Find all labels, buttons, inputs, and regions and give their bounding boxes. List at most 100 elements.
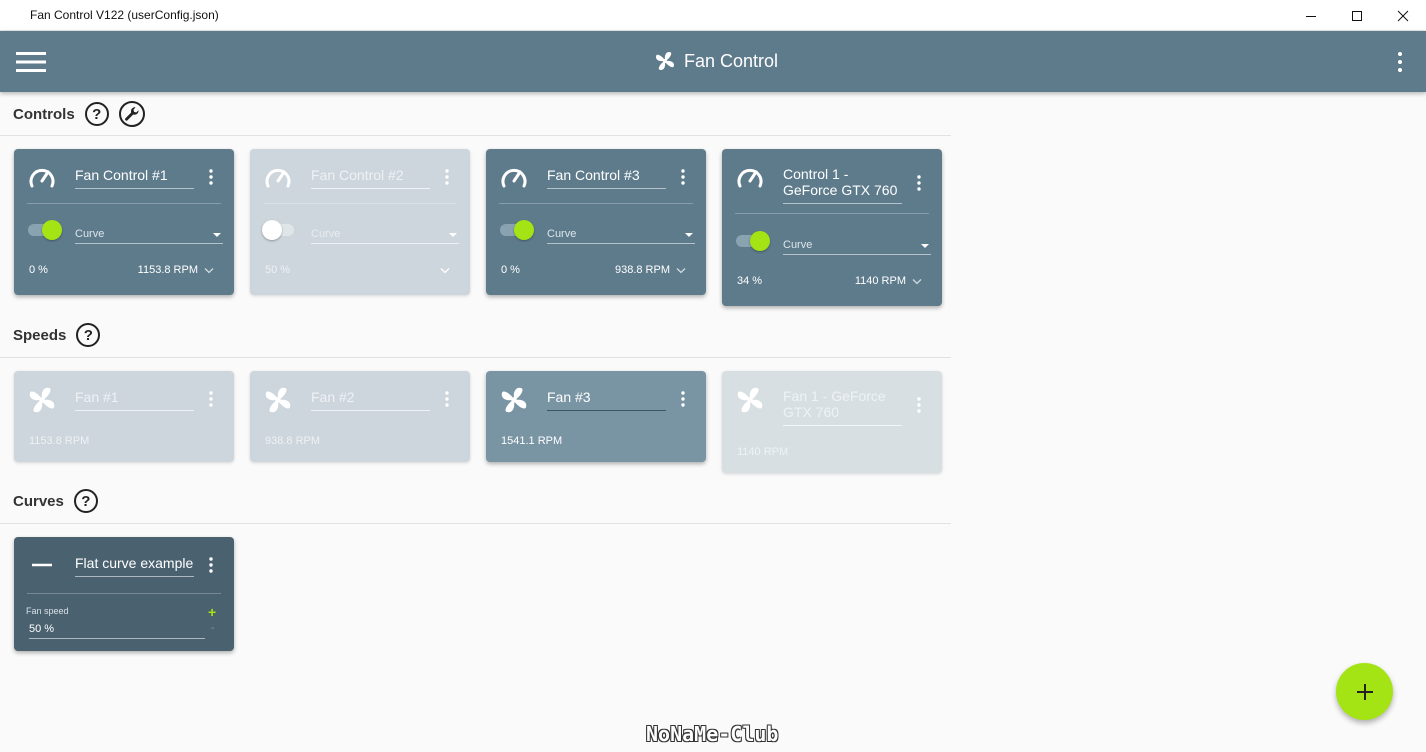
mode-select[interactable]: Curve <box>547 228 695 244</box>
speed-name[interactable]: Fan #1 <box>75 389 194 411</box>
curve-name[interactable]: Flat curve example <box>75 555 194 577</box>
window-titlebar: Fan Control V122 (userConfig.json) <box>0 0 1426 31</box>
more-vert-icon[interactable] <box>917 175 921 191</box>
curve-card: Flat curve example Fan speed 50 % + - <box>14 537 234 651</box>
maximize-icon <box>1352 10 1362 21</box>
dropdown-caret-icon <box>685 233 693 237</box>
speed-card: Fan #3 1541.1 RPM <box>486 371 706 462</box>
add-button[interactable] <box>1336 663 1393 720</box>
speeds-section-title: Speeds <box>13 326 67 344</box>
speed-rpm: 1153.8 RPM <box>29 435 90 447</box>
card-separator <box>735 213 929 214</box>
control-percent: 0 % <box>29 264 48 276</box>
curves-help-button[interactable]: ? <box>73 489 98 513</box>
control-percent: 34 % <box>737 275 763 287</box>
more-vert-icon[interactable] <box>209 557 213 573</box>
more-vert-icon[interactable] <box>917 397 921 413</box>
more-vert-icon[interactable] <box>681 169 685 185</box>
speed-card: Fan 1 - GeForce GTX 760 1140 RPM <box>722 371 942 473</box>
control-name[interactable]: Fan Control #3 <box>547 167 666 189</box>
help-icon: ? <box>83 326 93 344</box>
control-rpm: 938.8 RPM <box>614 264 670 276</box>
mode-select[interactable]: Curve <box>783 239 931 255</box>
app-title: Fan Control <box>654 50 778 72</box>
enable-toggle[interactable] <box>500 220 534 240</box>
more-vert-icon[interactable] <box>209 391 213 407</box>
enable-toggle[interactable] <box>28 220 62 240</box>
dropdown-caret-icon <box>213 233 221 237</box>
fan-icon <box>501 387 527 413</box>
chevron-down-icon[interactable] <box>912 278 922 286</box>
speedometer-icon <box>265 168 291 188</box>
mode-select[interactable]: Curve <box>75 228 223 244</box>
speedometer-icon <box>501 168 527 188</box>
chevron-down-icon[interactable] <box>440 267 450 275</box>
speed-rpm: 1541.1 RPM <box>501 435 563 447</box>
more-vert-icon[interactable] <box>681 391 685 407</box>
mode-select-value: Curve <box>783 239 813 251</box>
fan-speed-input[interactable]: 50 % <box>29 623 205 639</box>
mode-select[interactable]: Curve <box>311 228 459 244</box>
control-card: Fan Control #3 Curve 0 % 938.8 RPM <box>486 149 706 295</box>
curves-section-title: Curves <box>13 492 64 510</box>
control-name[interactable]: Fan Control #1 <box>75 167 194 189</box>
close-icon <box>1397 10 1409 21</box>
speedometer-icon <box>29 168 55 188</box>
fan-speed-label: Fan speed <box>26 606 69 616</box>
increase-button[interactable]: + <box>208 605 216 619</box>
speed-rpm: 1140 RPM <box>737 446 789 458</box>
app-title-text: Fan Control <box>684 50 779 71</box>
curves-divider <box>0 523 951 524</box>
control-card: Fan Control #2 Curve 50 % <box>250 149 470 295</box>
control-card: Control 1 - GeForce GTX 760 Curve 34 % 1… <box>722 149 942 306</box>
more-vert-icon[interactable] <box>445 169 449 185</box>
window-title: Fan Control V122 (userConfig.json) <box>30 8 219 22</box>
fan-icon <box>265 387 291 413</box>
app-bar: Fan Control <box>0 31 1426 92</box>
speeds-divider <box>0 357 951 358</box>
close-button[interactable] <box>1380 0 1426 31</box>
speeds-help-button[interactable]: ? <box>76 323 101 347</box>
minimize-button[interactable] <box>1288 0 1334 31</box>
speed-name[interactable]: Fan #2 <box>311 389 430 411</box>
chevron-down-icon[interactable] <box>676 267 686 275</box>
curves-section-header: Curves ? <box>13 489 98 513</box>
more-vert-icon[interactable] <box>1396 51 1404 73</box>
speed-rpm: 938.8 RPM <box>265 435 321 447</box>
enable-toggle[interactable] <box>262 220 294 240</box>
control-card: Fan Control #1 Curve 0 % 1153.8 RPM <box>14 149 234 295</box>
speed-card: Fan #2 938.8 RPM <box>250 371 470 462</box>
speed-name[interactable]: Fan 1 - GeForce GTX 760 <box>783 388 902 426</box>
card-separator <box>27 203 221 204</box>
wrench-icon <box>124 107 139 121</box>
controls-section-title: Controls <box>13 105 75 123</box>
card-separator <box>263 203 457 204</box>
watermark: NoNaMe-Club <box>646 722 779 746</box>
help-icon: ? <box>92 105 102 123</box>
enable-toggle[interactable] <box>736 231 770 251</box>
maximize-button[interactable] <box>1334 0 1380 31</box>
control-name[interactable]: Control 1 - GeForce GTX 760 <box>783 166 902 204</box>
mode-select-value: Curve <box>75 228 105 240</box>
chevron-down-icon[interactable] <box>204 267 214 275</box>
more-vert-icon[interactable] <box>445 391 449 407</box>
speeds-section-header: Speeds ? <box>13 323 101 347</box>
control-name[interactable]: Fan Control #2 <box>311 167 430 189</box>
mode-select-value: Curve <box>311 228 341 240</box>
controls-divider <box>0 135 951 136</box>
help-icon: ? <box>81 492 91 510</box>
speed-card: Fan #1 1153.8 RPM <box>14 371 234 462</box>
flat-line-icon <box>32 563 52 567</box>
decrease-button[interactable]: - <box>211 623 214 634</box>
control-rpm: 1153.8 RPM <box>137 264 198 276</box>
controls-help-button[interactable]: ? <box>84 102 109 126</box>
fan-icon <box>737 387 763 413</box>
hamburger-icon[interactable] <box>16 51 46 73</box>
more-vert-icon[interactable] <box>209 169 213 185</box>
card-separator <box>27 593 221 594</box>
controls-tools-button[interactable] <box>118 101 145 127</box>
dropdown-caret-icon <box>449 233 457 237</box>
toggle-knob <box>262 220 282 240</box>
speed-name[interactable]: Fan #3 <box>547 389 666 411</box>
toggle-knob <box>514 220 534 240</box>
